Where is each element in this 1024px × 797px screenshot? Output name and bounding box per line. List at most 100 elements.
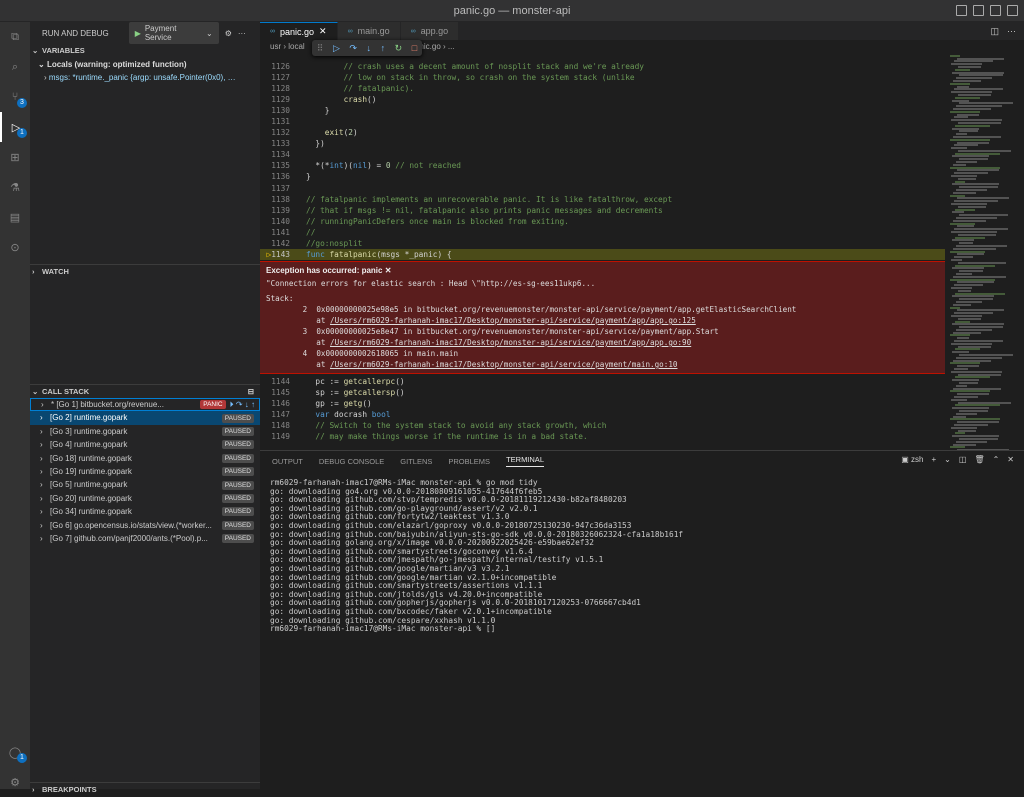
code-line[interactable]: ▷1143 func fatalpanic(msgs *_panic) { (260, 248, 945, 260)
code-line[interactable]: 1129 crash() (260, 94, 945, 105)
code-line[interactable]: 1130 } (260, 105, 945, 116)
line-number[interactable]: 1139 (260, 205, 306, 216)
code-line[interactable]: 1132 exit(2) (260, 127, 945, 138)
kill-terminal-icon[interactable]: 🗑 (974, 455, 984, 464)
stack-frame-location[interactable]: at /Users/rm6029-farhanah-imac17/Desktop… (266, 337, 939, 348)
step-into-icon[interactable]: ↓ (367, 43, 372, 53)
call-stack-item[interactable]: › [Go 19] runtime.gopark PAUSED (30, 465, 260, 478)
code-line[interactable]: 1140// runningPanicDefers once main is b… (260, 216, 945, 227)
code-line[interactable]: 1126 // crash uses a decent amount of no… (260, 61, 945, 72)
explorer-icon[interactable]: ⧉ (0, 22, 30, 52)
step-over-icon[interactable]: ↷ (349, 43, 357, 54)
chevron-down-icon[interactable]: ⌄ (944, 455, 951, 464)
close-icon[interactable]: ✕ (385, 266, 392, 275)
code-line[interactable]: 1139// that if msgs != nil, fatalpanic a… (260, 205, 945, 216)
call-stack-item[interactable]: › [Go 20] runtime.gopark PAUSED (30, 492, 260, 505)
line-number[interactable]: 1126 (260, 61, 306, 72)
line-number[interactable]: 1131 (260, 116, 306, 127)
line-number[interactable]: 1133 (260, 138, 306, 149)
line-number[interactable]: 1137 (260, 183, 306, 194)
code-line[interactable]: 1137 (260, 183, 945, 194)
tab-app-go[interactable]: ∞ app.go (400, 22, 460, 40)
panel-tab-terminal[interactable]: TERMINAL (506, 455, 544, 467)
stack-frame[interactable]: 3 0x00000000025e8e47 in bitbucket.org/re… (266, 326, 939, 337)
collapse-all-icon[interactable]: ⊟ (248, 385, 254, 399)
line-number[interactable]: 1130 (260, 105, 306, 116)
customize-layout-icon[interactable] (1007, 5, 1018, 16)
call-stack-item[interactable]: › [Go 3] runtime.gopark PAUSED (30, 425, 260, 438)
line-number[interactable]: 1135 (260, 160, 306, 171)
line-number[interactable]: 1138 (260, 194, 306, 205)
panel-tab-gitlens[interactable]: GITLENS (400, 457, 432, 466)
line-number[interactable]: 1129 (260, 94, 306, 105)
minimap[interactable] (950, 54, 1014, 474)
call-stack-item[interactable]: › [Go 6] go.opencensus.io/stats/view.(*wo… (30, 519, 260, 532)
code-line[interactable]: 1145 sp := getcallersp() (260, 387, 945, 398)
code-line[interactable]: 1147 var docrash bool (260, 409, 945, 420)
code-line[interactable]: 1127 // low on stack in throw, so crash … (260, 72, 945, 83)
variables-section-header[interactable]: ⌄ VARIABLES (30, 44, 260, 58)
open-launch-json-gear-icon[interactable]: ⚙ (225, 29, 232, 38)
code-line[interactable]: 1128 // fatalpanic). (260, 83, 945, 94)
source-control-icon[interactable]: ⑂ 3 (0, 82, 30, 112)
new-terminal-icon[interactable]: + (932, 455, 937, 464)
toggle-panel-icon[interactable] (973, 5, 984, 16)
step-out-icon[interactable]: ↑ (381, 43, 386, 53)
line-number[interactable]: 1145 (260, 387, 306, 398)
code-line[interactable]: 1146 gp := getg() (260, 398, 945, 409)
line-number[interactable]: 1140 (260, 216, 306, 227)
gitlens-icon[interactable]: ⊙ (0, 232, 30, 262)
remote-explorer-icon[interactable]: ▤ (0, 202, 30, 232)
line-number[interactable]: 1146 (260, 398, 306, 409)
code-line[interactable]: 1149 // may make things worse if the run… (260, 431, 945, 442)
line-number[interactable]: 1141 (260, 227, 306, 238)
restart-icon[interactable]: ↻ (395, 43, 403, 54)
terminal-shell-icon[interactable]: ▣ zsh (901, 455, 923, 464)
toggle-secondary-sidebar-icon[interactable] (990, 5, 1001, 16)
close-icon[interactable]: ✕ (319, 26, 327, 37)
call-stack-item[interactable]: › * [Go 1] bitbucket.org/revenue... PANIC ⏵… (30, 398, 260, 412)
call-stack-item[interactable]: › [Go 2] runtime.gopark PAUSED (30, 411, 260, 425)
call-stack-item[interactable]: › [Go 34] runtime.gopark PAUSED (30, 505, 260, 518)
code-line[interactable]: 1141// (260, 227, 945, 238)
launch-config-select[interactable]: ▶ Payment Service ⌄ (128, 22, 219, 44)
line-number[interactable]: 1136 (260, 171, 306, 182)
line-number[interactable]: 1128 (260, 83, 306, 94)
call-stack-item[interactable]: › [Go 18] runtime.gopark PAUSED (30, 452, 260, 465)
toggle-sidebar-icon[interactable] (956, 5, 967, 16)
split-terminal-icon[interactable]: ◫ (959, 455, 967, 464)
tab-main-go[interactable]: ∞ main.go (337, 22, 401, 40)
line-number[interactable]: 1134 (260, 149, 306, 160)
line-number[interactable]: 1127 (260, 72, 306, 83)
code-line[interactable]: 1142//go:nosplit (260, 238, 945, 249)
code-line[interactable]: 1148 // Switch to the system stack to av… (260, 420, 945, 431)
stack-frame-location[interactable]: at /Users/rm6029-farhanah-imac17/Desktop… (266, 359, 939, 370)
breakpoints-section-header[interactable]: › BREAKPOINTS (30, 782, 260, 796)
continue-icon[interactable]: ▷ (333, 43, 340, 54)
code-line[interactable]: 1133 }) (260, 138, 945, 149)
search-icon[interactable]: ⌕ (0, 52, 30, 82)
tab-panic-go[interactable]: ∞ panic.go ✕ (260, 22, 338, 40)
extensions-icon[interactable]: ⊞ (0, 142, 30, 172)
stack-frame[interactable]: 4 0x0000000002618065 in main.main (266, 348, 939, 359)
call-stack-section-header[interactable]: ⌄ CALL STACK ⊟ (30, 384, 260, 398)
line-number[interactable]: 1144 (260, 376, 306, 387)
code-line[interactable]: 1136} (260, 171, 945, 182)
terminal-output[interactable]: rm6029-farhanah-imac17@RMs-iMac monster-… (260, 471, 1024, 634)
panel-tab-problems[interactable]: PROBLEMS (448, 457, 490, 466)
call-stack-item[interactable]: › [Go 5] runtime.gopark PAUSED (30, 478, 260, 491)
call-stack-item[interactable]: › [Go 7] github.com/panjf2000/ants.(*Pool… (30, 532, 260, 545)
drag-handle-icon[interactable]: ⠿ (317, 43, 324, 54)
account-icon[interactable]: ◯ 1 (0, 737, 30, 767)
code-line[interactable]: 1134 (260, 149, 945, 160)
call-stack-item[interactable]: › [Go 4] runtime.gopark PAUSED (30, 438, 260, 451)
line-number[interactable]: 1132 (260, 127, 306, 138)
more-actions-icon[interactable]: ··· (238, 29, 246, 38)
code-line[interactable]: 1131 (260, 116, 945, 127)
watch-section-header[interactable]: › WATCH (30, 264, 260, 278)
stack-frame-location[interactable]: at /Users/rm6029-farhanah-imac17/Desktop… (266, 315, 939, 326)
split-editor-icon[interactable]: ◫ (990, 26, 999, 37)
more-actions-icon[interactable]: ··· (1007, 26, 1016, 36)
locals-scope[interactable]: ⌄ Locals (warning: optimized function) (30, 58, 260, 71)
settings-gear-icon[interactable]: ⚙ (0, 767, 30, 797)
